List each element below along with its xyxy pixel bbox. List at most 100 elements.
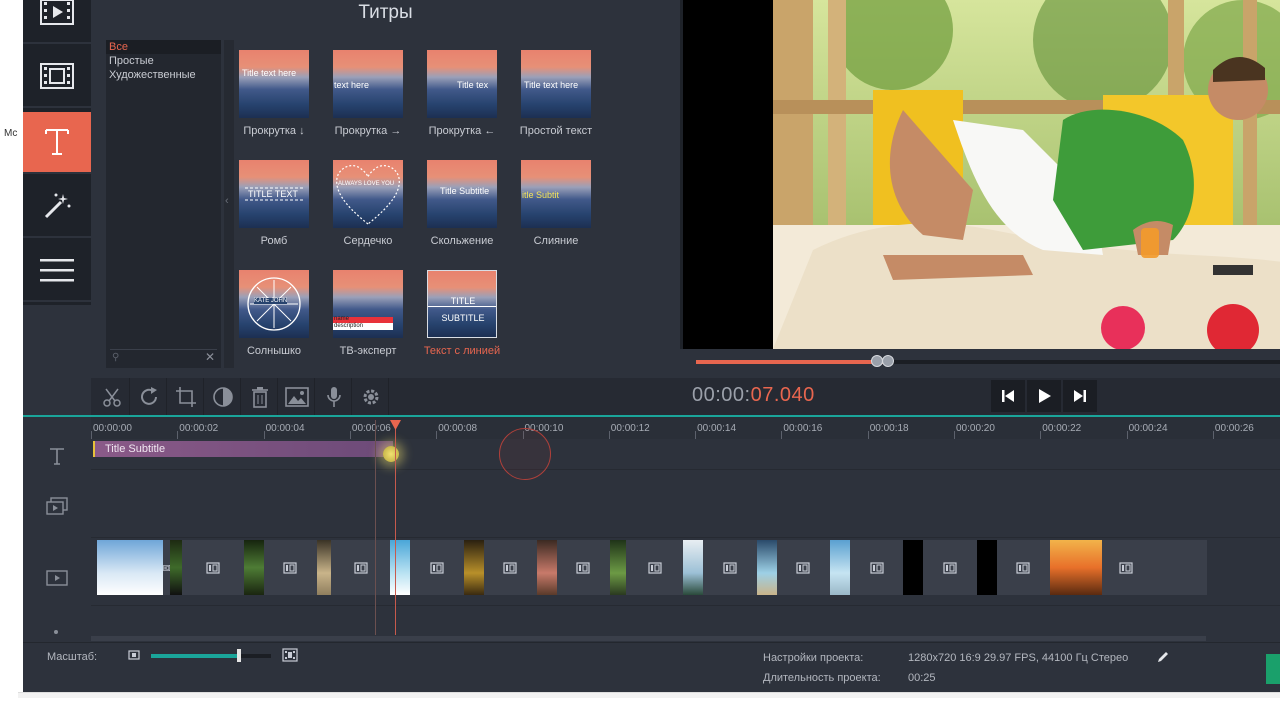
timeline-horizontal-scrollbar[interactable] (91, 636, 1206, 641)
background-window-strip (18, 692, 1280, 698)
collapse-panel-handle[interactable]: ‹ (224, 40, 234, 368)
transition-slot[interactable] (997, 540, 1050, 595)
zoom-in-icon[interactable] (282, 648, 298, 662)
category-search-input[interactable]: ⚲ ✕ (110, 349, 217, 365)
transition-slot[interactable] (1102, 540, 1150, 595)
title-template-tile[interactable]: itle Subtit Слияние (516, 160, 596, 248)
settings-gear-icon (363, 389, 378, 404)
video-clip[interactable] (683, 540, 704, 595)
title-template-tile[interactable]: name description ТВ-эксперт (328, 270, 408, 358)
menu-button[interactable] (23, 240, 91, 302)
timecode-display: 00:00:07.040 (692, 384, 815, 407)
title-template-tile[interactable]: TITLE TEXT Ромб (234, 160, 314, 248)
playhead[interactable] (395, 420, 396, 635)
transition-slot[interactable] (264, 540, 317, 595)
video-track-icon (46, 570, 68, 586)
title-template-tile[interactable]: Title Subtitle Скольжение (422, 160, 502, 248)
ruler-tick (781, 431, 783, 439)
filters-button[interactable] (23, 46, 91, 108)
previous-button[interactable] (991, 380, 1025, 412)
transition-slot[interactable] (163, 540, 171, 595)
video-clip[interactable] (756, 540, 777, 595)
video-clip[interactable] (243, 540, 264, 595)
progress-knob-end[interactable] (882, 355, 894, 367)
ruler-tick-label: 00:00:20 (956, 423, 995, 434)
title-template-tile[interactable]: Title text here Простой текст (516, 50, 596, 138)
project-status-bar: Масштаб: Настройки проекта: 1280x720 16:… (23, 642, 1280, 692)
effects-button[interactable] (23, 176, 91, 238)
export-button[interactable] (1266, 654, 1280, 684)
title-template-tile[interactable]: TITLE SUBTITLE Текст с линией (422, 270, 502, 358)
record-audio-button[interactable] (316, 378, 352, 415)
video-clip[interactable] (1049, 540, 1102, 595)
transition-slot[interactable] (923, 540, 976, 595)
timeline-ruler[interactable]: 00:00:00 00:00:02 00:00:04 00:00:06 00:00:08… (91, 417, 1280, 439)
video-clip[interactable] (830, 540, 850, 595)
transition-slot[interactable] (703, 540, 756, 595)
template-label: Прокрутка ← (428, 125, 496, 137)
video-preview (680, 0, 1280, 349)
title-clip[interactable]: Title Subtitle (93, 441, 393, 457)
ruler-tick-label: 00:00:18 (869, 423, 909, 434)
preview-progress-bar[interactable] (680, 349, 1280, 375)
video-clip[interactable] (610, 540, 627, 595)
text-track-icon (50, 448, 64, 465)
transition-slot[interactable] (626, 540, 683, 595)
transition-slot[interactable] (850, 540, 903, 595)
transition-slot[interactable] (331, 540, 390, 595)
video-clip[interactable] (536, 540, 557, 595)
category-list: Все Простые Художественные ⚲ ✕ (106, 40, 221, 368)
video-clip[interactable] (316, 540, 331, 595)
color-adjust-button[interactable] (205, 378, 241, 415)
title-template-tile[interactable]: text here Прокрутка → (328, 50, 408, 138)
video-clip[interactable] (463, 540, 484, 595)
title-template-tile[interactable]: Title tex Прокрутка ← (422, 50, 502, 138)
transition-slot[interactable] (777, 540, 830, 595)
video-clip[interactable] (97, 540, 163, 595)
zoom-out-icon[interactable] (128, 650, 140, 660)
titles-button[interactable] (23, 112, 91, 174)
ruler-tick (1040, 431, 1042, 439)
title-template-tile[interactable]: KATE JOHN Солнышко (234, 270, 314, 358)
title-template-tile[interactable]: Title text here Прокрутка ↓ (234, 50, 314, 138)
template-thumbnail: itle Subtit (521, 160, 591, 228)
category-item[interactable]: Все (106, 40, 221, 54)
template-label: Ромб (260, 235, 288, 247)
category-item[interactable]: Художественные (106, 68, 221, 82)
video-clip[interactable] (170, 540, 183, 595)
ruler-tick (91, 431, 92, 439)
template-thumbnail: Title text here (239, 50, 309, 118)
next-button[interactable] (1063, 380, 1097, 412)
settings-button[interactable] (353, 378, 389, 415)
crop-button[interactable] (168, 378, 204, 415)
transition-icon (723, 561, 737, 574)
clip-trim-handle[interactable] (383, 446, 399, 462)
chevron-left-icon: ‹ (225, 195, 229, 207)
edit-pencil-icon[interactable] (1156, 650, 1170, 664)
import-button[interactable] (23, 0, 91, 44)
transition-slot[interactable] (410, 540, 463, 595)
video-clip[interactable] (976, 540, 997, 595)
rotate-button[interactable] (131, 378, 167, 415)
cut-button[interactable] (94, 378, 130, 415)
transition-icon (943, 561, 957, 574)
play-button[interactable] (1027, 380, 1061, 412)
category-item[interactable]: Простые (106, 54, 221, 68)
transition-slot[interactable] (484, 540, 537, 595)
ruler-tick-label: 00:00:08 (438, 423, 478, 434)
clear-search-icon[interactable]: ✕ (205, 350, 215, 364)
image-button[interactable] (279, 378, 315, 415)
project-settings-value: 1280x720 16:9 29.97 FPS, 44100 Гц Стерео (908, 652, 1129, 664)
title-template-tile[interactable]: ALWAYS LOVE YOU Сердечко (328, 160, 408, 248)
project-settings-label: Настройки проекта: (763, 652, 864, 664)
overlay-track-header (23, 497, 91, 515)
heart-outline-icon (336, 165, 400, 225)
next-icon (1074, 390, 1086, 402)
video-clip[interactable] (390, 540, 411, 595)
ruler-tick (263, 431, 265, 439)
delete-button[interactable] (242, 378, 278, 415)
transition-slot[interactable] (182, 540, 243, 595)
transition-slot[interactable] (557, 540, 610, 595)
zoom-slider-knob[interactable] (237, 649, 241, 662)
video-clip[interactable] (903, 540, 924, 595)
